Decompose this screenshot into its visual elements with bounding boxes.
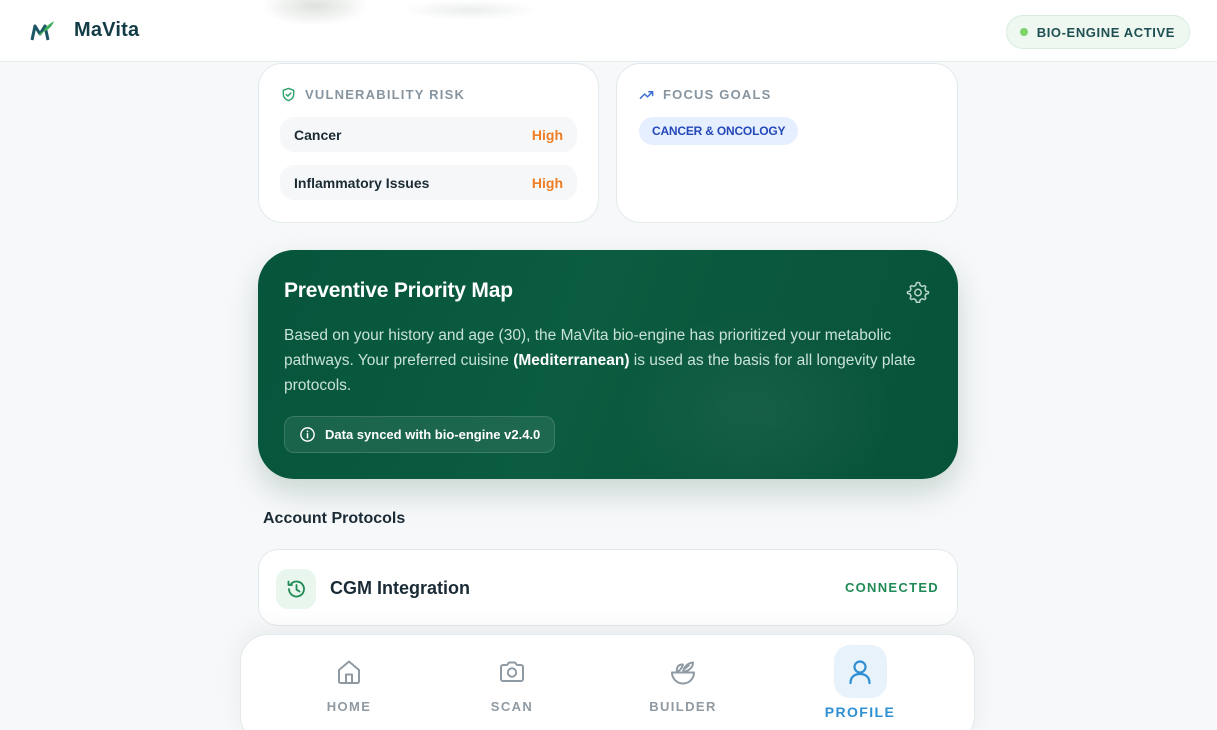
salad-bowl-icon (671, 661, 695, 685)
mavita-logo-icon (30, 21, 54, 41)
nav-label: BUILDER (649, 699, 717, 714)
scrolled-content-remnant (400, 0, 540, 20)
status-text: BIO-ENGINE ACTIVE (1036, 24, 1175, 40)
priority-map-title: Preventive Priority Map (284, 279, 513, 302)
preferred-cuisine: (Mediterranean) (513, 352, 630, 369)
sync-status-badge: Data synced with bio-engine v2.4.0 (284, 416, 556, 453)
info-icon (300, 427, 315, 442)
account-protocols-title: Account Protocols (263, 510, 406, 527)
protocol-name: CGM Integration (330, 578, 470, 598)
nav-item-profile[interactable]: PROFILE (800, 635, 920, 730)
camera-icon (500, 661, 524, 682)
nav-item-home[interactable]: HOME (289, 635, 409, 730)
risk-name: Cancer (294, 126, 342, 143)
focus-goals-card: FOCUS GOALS CANCER & ONCOLOGY (616, 63, 958, 223)
protocol-row-cgm-integration[interactable]: CGM Integration CONNECTED (258, 549, 958, 626)
home-icon (338, 660, 360, 684)
protocol-icon-box (276, 569, 316, 609)
focus-goals-header: FOCUS GOALS (639, 87, 772, 102)
protocol-status: CONNECTED (844, 580, 939, 595)
history-icon (287, 580, 305, 598)
nav-label: HOME (326, 699, 372, 714)
app-header: MaVita BIO-ENGINE ACTIVE (0, 0, 1217, 62)
focus-goals-title: FOCUS GOALS (663, 87, 772, 102)
scrolled-content-remnant (260, 0, 370, 26)
trending-up-icon (639, 90, 654, 99)
priority-map-description: Based on your history and age (30), the … (284, 323, 934, 398)
brand-name: MaVita (74, 19, 140, 41)
nav-item-builder[interactable]: BUILDER (623, 635, 743, 730)
sync-status-text: Data synced with bio-engine v2.4.0 (325, 427, 541, 442)
nav-label: SCAN (490, 699, 534, 714)
active-nav-highlight (833, 645, 887, 698)
shield-check-icon (282, 87, 295, 102)
user-icon (849, 659, 871, 684)
status-dot-icon (1019, 28, 1028, 36)
risk-row-cancer: Cancer High (280, 117, 577, 152)
gear-icon[interactable] (906, 280, 930, 304)
logo[interactable] (30, 16, 56, 44)
bio-engine-status-badge: BIO-ENGINE ACTIVE (1005, 15, 1190, 49)
preventive-priority-map-card: Preventive Priority Map Based on your hi… (258, 250, 958, 479)
nav-label: PROFILE (824, 704, 896, 720)
goal-chip-cancer-oncology[interactable]: CANCER & ONCOLOGY (639, 117, 799, 145)
risk-row-inflammatory: Inflammatory Issues High (280, 165, 577, 200)
vulnerability-risk-title: VULNERABILITY RISK (305, 87, 466, 102)
risk-level: High (531, 126, 563, 143)
nav-item-scan[interactable]: SCAN (452, 635, 572, 730)
vulnerability-risk-card: VULNERABILITY RISK Cancer High Inflammat… (258, 63, 599, 223)
risk-name: Inflammatory Issues (294, 174, 430, 191)
risk-level: High (531, 174, 563, 191)
vulnerability-risk-header: VULNERABILITY RISK (281, 87, 465, 102)
bottom-navigation: HOME SCAN BUILDER PROFILE (240, 634, 975, 730)
